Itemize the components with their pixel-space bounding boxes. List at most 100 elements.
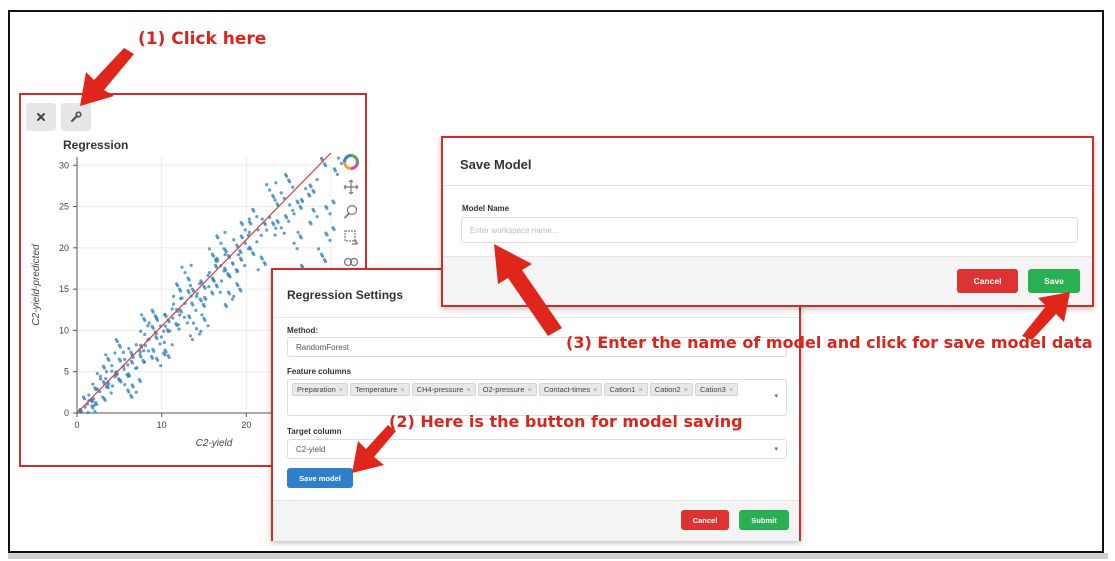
remove-chip-icon[interactable]: × xyxy=(684,385,688,394)
feature-chip[interactable]: Cation1 × xyxy=(604,383,648,396)
data-point xyxy=(211,292,215,296)
data-point xyxy=(179,289,183,293)
data-point xyxy=(171,316,175,320)
chevron-down-icon: ▾ xyxy=(774,446,778,453)
data-point xyxy=(296,201,300,205)
data-point xyxy=(91,406,95,410)
save-button[interactable]: Save xyxy=(1028,269,1080,293)
data-point xyxy=(104,370,109,374)
data-point xyxy=(247,230,251,234)
remove-chip-icon[interactable]: × xyxy=(729,385,733,394)
feature-chip[interactable]: Preparation × xyxy=(292,383,349,396)
data-point xyxy=(159,335,163,339)
data-point xyxy=(82,397,87,401)
data-point xyxy=(158,342,162,346)
box-select-icon[interactable] xyxy=(340,226,362,248)
data-point xyxy=(147,321,151,325)
chevron-down-icon[interactable]: ▾ xyxy=(774,392,778,400)
method-label: Method: xyxy=(287,326,319,335)
data-point xyxy=(189,263,193,267)
data-point xyxy=(249,247,253,251)
remove-chip-icon[interactable]: × xyxy=(339,385,343,394)
zoom-icon[interactable] xyxy=(340,201,362,223)
remove-chip-icon[interactable]: × xyxy=(466,385,470,394)
feature-chip[interactable]: CH4-pressure × xyxy=(411,383,476,396)
data-point xyxy=(333,169,338,173)
data-point xyxy=(203,286,207,290)
data-point xyxy=(93,409,97,414)
data-point xyxy=(232,294,236,298)
data-point xyxy=(323,259,328,264)
feature-chip[interactable]: Cation2 × xyxy=(649,383,693,396)
feature-chip[interactable]: Temperature × xyxy=(350,383,410,396)
data-point xyxy=(179,310,183,314)
annotation-arrow-2 xyxy=(352,425,396,473)
data-point xyxy=(104,376,108,381)
remove-chip-icon[interactable]: × xyxy=(638,385,642,394)
data-point xyxy=(155,336,159,341)
data-point xyxy=(190,337,195,342)
data-point xyxy=(236,253,241,257)
data-point xyxy=(197,332,202,336)
data-point xyxy=(102,366,107,370)
frame-shadow xyxy=(8,553,1108,559)
feature-chip[interactable]: Cation3 × xyxy=(694,383,739,396)
data-point xyxy=(335,172,340,176)
data-point xyxy=(232,238,236,242)
data-point xyxy=(236,283,240,288)
data-point xyxy=(162,340,166,345)
target-column-label: Target column xyxy=(287,427,342,436)
data-point xyxy=(171,302,176,306)
data-point xyxy=(273,233,277,237)
data-point xyxy=(126,363,130,367)
data-point xyxy=(272,223,276,227)
x-tick-label: 0 xyxy=(74,420,79,430)
remove-chip-icon[interactable]: × xyxy=(400,385,404,394)
data-point xyxy=(291,208,295,212)
feature-chip[interactable]: O2-pressure × xyxy=(477,383,537,396)
data-point xyxy=(130,361,135,365)
data-point xyxy=(146,349,151,353)
data-point xyxy=(256,268,260,272)
data-point xyxy=(127,346,131,351)
data-point xyxy=(107,382,111,386)
data-point xyxy=(206,324,210,328)
y-tick-label: 5 xyxy=(64,367,69,377)
data-point xyxy=(332,201,336,205)
submit-button[interactable]: Submit xyxy=(739,510,789,530)
data-point xyxy=(316,247,321,251)
data-point xyxy=(274,226,278,230)
y-axis-label: C2-yield-predicted xyxy=(31,244,42,326)
cancel-button[interactable]: Cancel xyxy=(957,269,1018,293)
data-point xyxy=(176,323,180,327)
remove-chip-icon[interactable]: × xyxy=(527,385,531,394)
data-point xyxy=(315,177,319,182)
data-point xyxy=(224,250,228,254)
data-point xyxy=(151,326,155,330)
data-point xyxy=(265,182,269,187)
feature-columns-multiselect[interactable]: Preparation × Temperature × CH4-pressure × … xyxy=(287,379,787,416)
feature-chip[interactable]: Contact-times × xyxy=(538,383,603,396)
y-tick-label: 15 xyxy=(59,284,69,294)
data-point xyxy=(139,329,143,333)
data-point xyxy=(299,236,303,240)
step-1-annotation: (1) Click here xyxy=(138,29,267,49)
data-point xyxy=(95,387,99,391)
annotation-arrow-3a xyxy=(494,244,562,336)
data-point xyxy=(259,233,263,237)
data-point xyxy=(296,230,300,234)
data-point xyxy=(292,241,296,245)
data-point xyxy=(282,231,286,235)
step-3-annotation: (3) Enter the name of model and click fo… xyxy=(566,333,1093,352)
data-point xyxy=(239,250,243,255)
data-point xyxy=(162,329,166,333)
pan-icon[interactable] xyxy=(340,176,362,198)
remove-chip-icon[interactable]: × xyxy=(593,385,597,394)
data-point xyxy=(223,253,227,257)
data-point xyxy=(263,262,267,266)
cancel-button[interactable]: Cancel xyxy=(681,510,729,530)
data-point xyxy=(204,297,208,301)
data-point xyxy=(268,188,272,192)
data-point xyxy=(279,226,283,230)
data-point xyxy=(113,351,117,355)
